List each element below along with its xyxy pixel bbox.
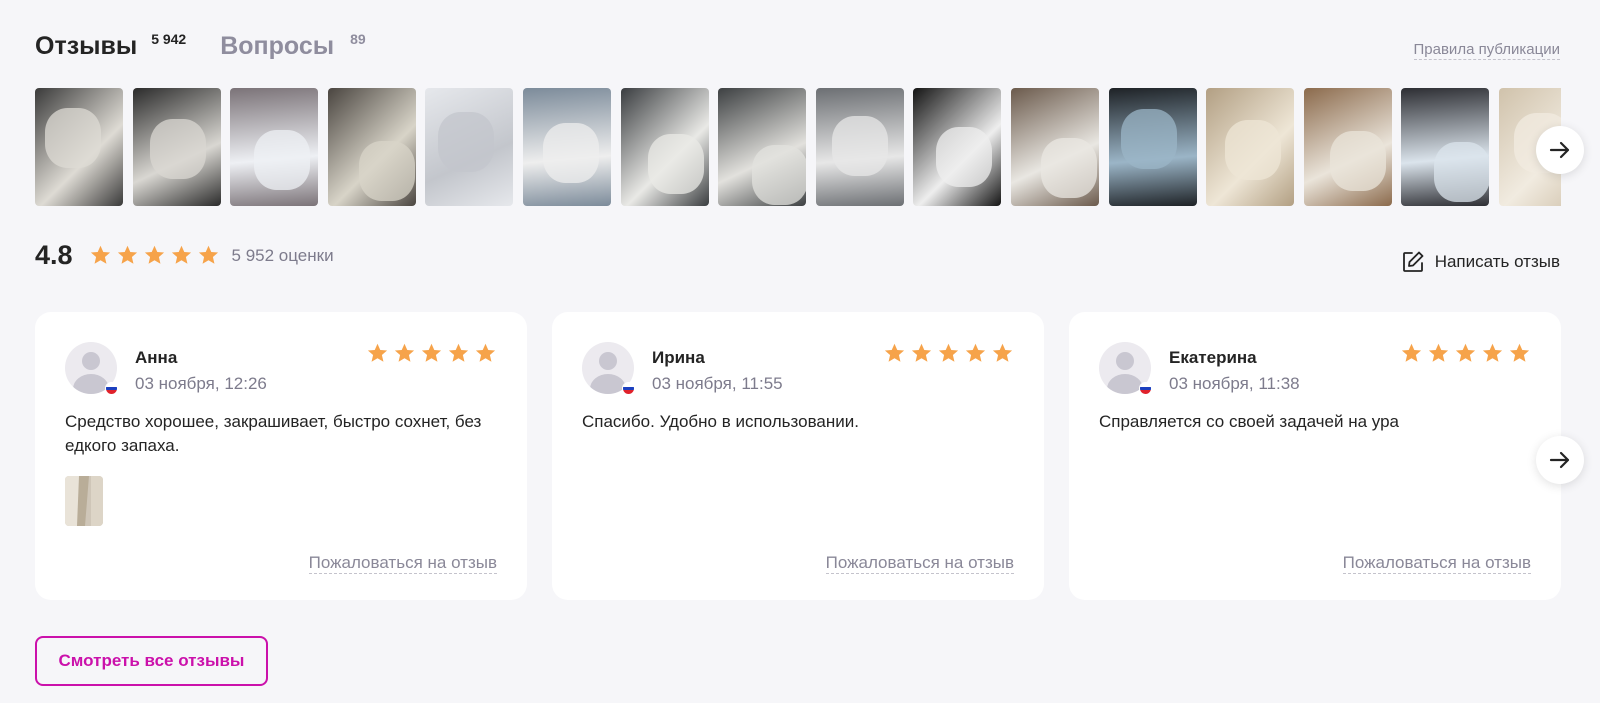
review-stars	[1400, 342, 1531, 365]
gallery-photo[interactable]	[327, 88, 416, 206]
star-icon	[1509, 343, 1530, 362]
publication-rules-link[interactable]: Правила публикации	[1413, 41, 1560, 60]
reviews-next-button[interactable]	[1536, 436, 1584, 484]
star-icon	[938, 343, 959, 362]
star-icon	[911, 343, 932, 362]
star-icon	[965, 343, 986, 362]
gallery-photo[interactable]	[913, 88, 1002, 206]
star-icon	[144, 245, 164, 264]
star-icon	[992, 343, 1013, 362]
review-date: 03 ноября, 11:38	[1169, 374, 1300, 393]
gallery-next-button[interactable]	[1536, 126, 1584, 174]
review-tabs: Отзывы 5 942 Вопросы 89	[35, 28, 366, 64]
write-review-button[interactable]: Написать отзыв	[1401, 250, 1560, 274]
review-text: Справляется со своей задачей на ура	[1099, 412, 1399, 431]
tab-reviews-count: 5 942	[151, 31, 187, 47]
gallery-photo[interactable]	[1011, 88, 1099, 206]
star-icon	[171, 245, 191, 264]
gallery-photo[interactable]	[1401, 88, 1490, 206]
review-text: Спасибо. Удобно в использовании.	[582, 412, 859, 431]
tab-reviews-label: Отзывы	[35, 32, 138, 60]
tab-reviews[interactable]: Отзывы 5 942	[35, 28, 186, 64]
review-card: Екатерина 03 ноября, 11:38 Справляется с…	[1069, 312, 1561, 600]
arrow-right-icon	[1549, 451, 1570, 469]
tab-questions-count: 89	[350, 31, 366, 47]
star-icon	[367, 343, 388, 362]
star-icon	[117, 245, 137, 264]
gallery-photo[interactable]	[523, 88, 611, 206]
star-icon	[884, 343, 905, 362]
gallery-photo[interactable]	[230, 88, 319, 206]
tab-questions-label: Вопросы	[220, 32, 335, 60]
review-stars	[366, 342, 497, 365]
star-icon	[1401, 343, 1422, 362]
edit-icon	[1402, 251, 1424, 272]
review-photo[interactable]	[65, 476, 103, 526]
photo-gallery	[35, 88, 1561, 206]
star-icon	[421, 343, 442, 362]
russia-flag-icon	[105, 382, 118, 395]
star-icon	[1428, 343, 1449, 362]
rating-count: 5 952 оценки	[231, 245, 334, 265]
review-date: 03 ноября, 12:26	[135, 374, 267, 393]
star-icon	[475, 343, 496, 362]
tab-questions[interactable]: Вопросы 89	[220, 28, 365, 64]
gallery-photo[interactable]	[1108, 88, 1197, 206]
review-author: Ирина	[652, 348, 705, 367]
review-card: Анна 03 ноября, 12:26 Средство хорошее, …	[35, 312, 527, 600]
rating-summary: 4.8 5 952 оценки	[35, 240, 334, 271]
review-stars	[883, 342, 1014, 365]
gallery-photo[interactable]	[620, 88, 709, 206]
report-review-link[interactable]: Пожаловаться на отзыв	[825, 553, 1014, 574]
arrow-right-icon	[1549, 141, 1570, 159]
gallery-photo[interactable]	[35, 88, 123, 206]
star-icon	[198, 245, 218, 264]
rating-stars	[89, 244, 220, 267]
write-review-label: Написать отзыв	[1434, 252, 1560, 271]
gallery-photo[interactable]	[425, 88, 514, 206]
russia-flag-icon	[1139, 382, 1152, 395]
star-icon	[1482, 343, 1503, 362]
star-icon	[448, 343, 469, 362]
russia-flag-icon	[622, 382, 635, 395]
review-date: 03 ноября, 11:55	[652, 374, 783, 393]
review-text: Средство хорошее, закрашивает, быстро со…	[65, 412, 482, 455]
report-review-link[interactable]: Пожаловаться на отзыв	[1342, 553, 1531, 574]
star-icon	[394, 343, 415, 362]
gallery-photo[interactable]	[718, 88, 807, 206]
view-all-reviews-button[interactable]: Смотреть все отзывы	[35, 636, 268, 686]
review-author: Анна	[135, 348, 178, 367]
review-card: Ирина 03 ноября, 11:55 Спасибо. Удобно в…	[552, 312, 1044, 600]
gallery-photo[interactable]	[1303, 88, 1392, 206]
rating-value: 4.8	[35, 240, 73, 270]
star-icon	[90, 245, 110, 264]
gallery-photo[interactable]	[1206, 88, 1295, 206]
gallery-photo[interactable]	[815, 88, 904, 206]
star-icon	[1455, 343, 1476, 362]
gallery-photo[interactable]	[132, 88, 221, 206]
review-author: Екатерина	[1169, 348, 1257, 367]
report-review-link[interactable]: Пожаловаться на отзыв	[308, 553, 497, 574]
